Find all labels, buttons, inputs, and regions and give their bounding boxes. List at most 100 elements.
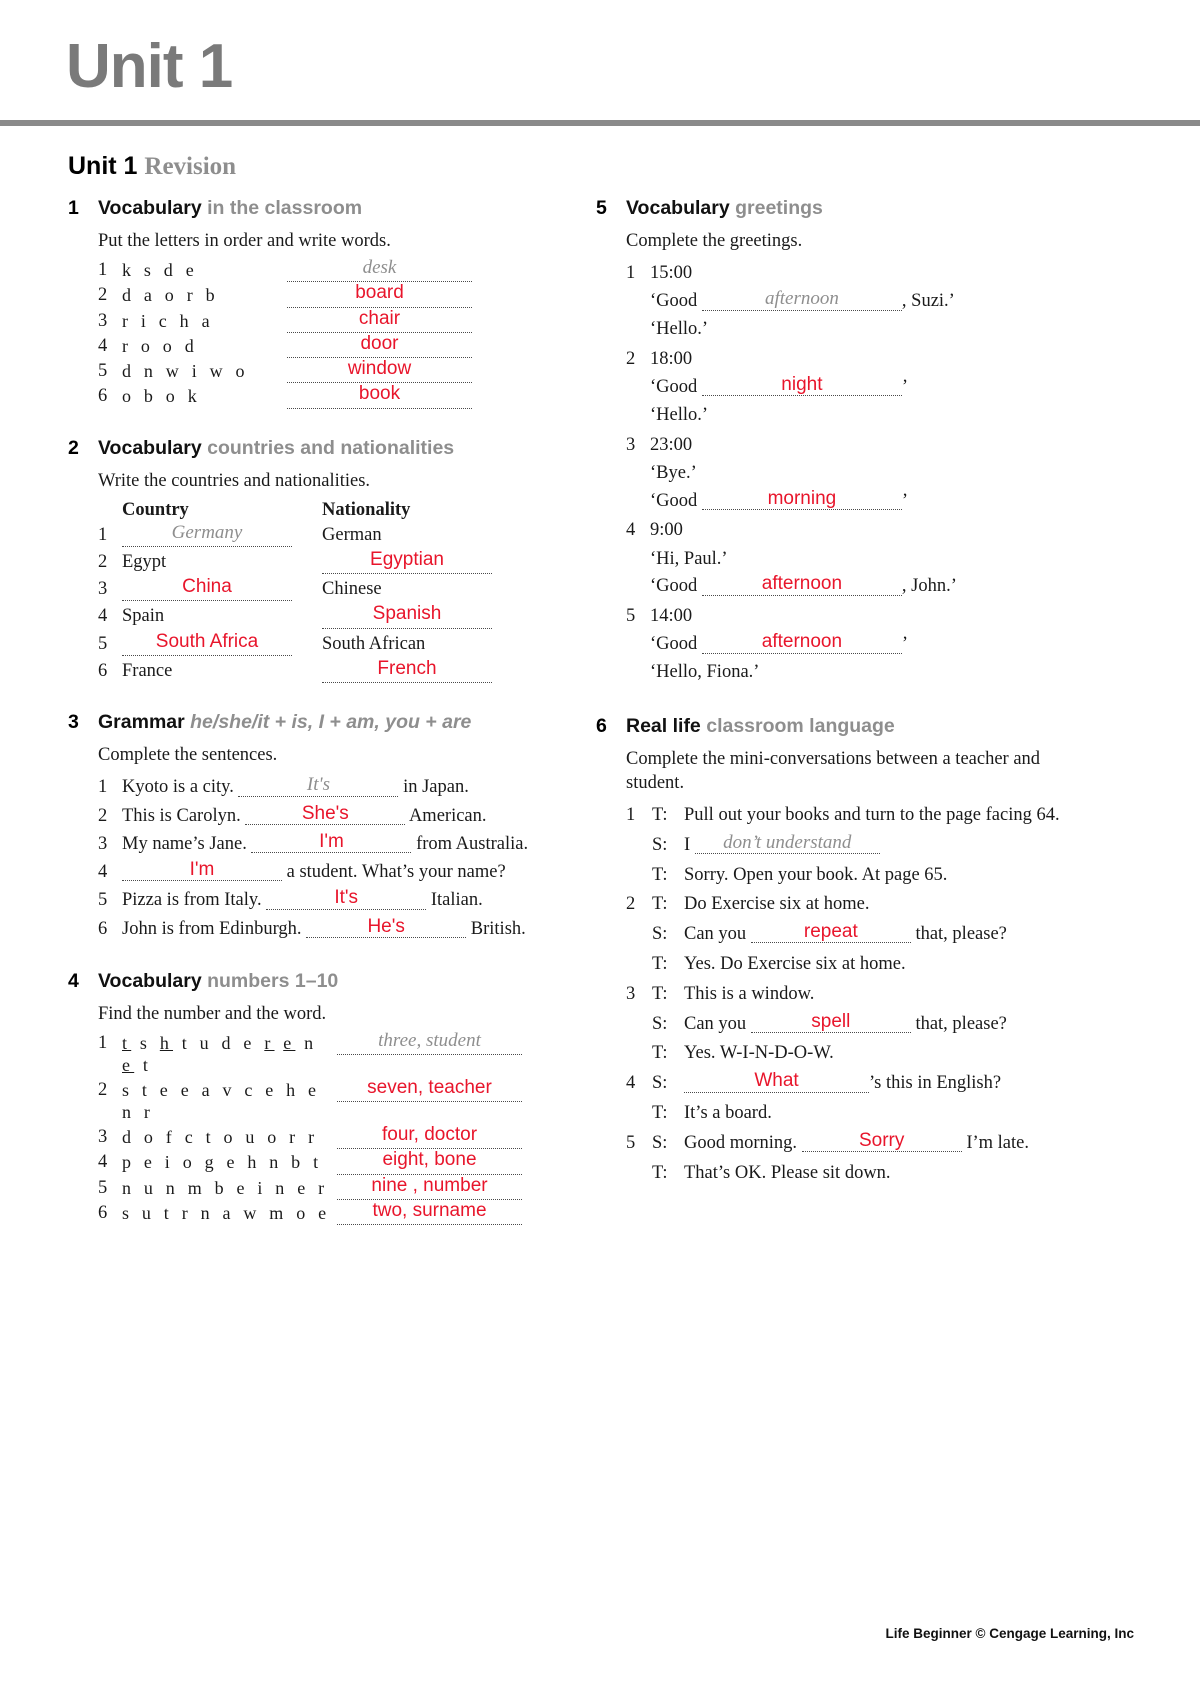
answer-blank[interactable]: four, doctor bbox=[337, 1125, 522, 1150]
greeting-blank[interactable]: night bbox=[701, 374, 902, 397]
answer-blank[interactable]: Sorry bbox=[801, 1130, 962, 1153]
answer-blank[interactable]: spell bbox=[750, 1011, 911, 1033]
dialogue-line: ‘Bye.’ bbox=[650, 462, 697, 483]
country-value: France bbox=[122, 661, 173, 682]
list-item: 3 23:00 ‘Bye.’ ‘Good morning’ bbox=[626, 432, 1066, 516]
nationality-blank[interactable]: Spanish bbox=[322, 604, 492, 629]
answer-blank[interactable]: seven, teacher bbox=[337, 1078, 522, 1103]
left-column: 1 Vocabulary in the classroom Put the le… bbox=[68, 197, 538, 1253]
exercise-6-items: 1 T: Pull out your books and turn to the p… bbox=[626, 802, 1066, 1187]
answer-blank[interactable]: eight, bone bbox=[337, 1149, 522, 1175]
scrambled-letters: s t e e a v c e h e n r bbox=[122, 1079, 321, 1122]
answer-blank[interactable]: chair bbox=[287, 309, 472, 333]
list-item: 1 t s h t u d e r e n e t three, student bbox=[98, 1031, 538, 1077]
exercise-3-items: 1 Kyoto is a city. It's in Japan. 2 This is… bbox=[98, 774, 538, 942]
answer-blank-value: eight, bone bbox=[382, 1149, 477, 1171]
exercise-5-subtitle: greetings bbox=[735, 197, 823, 219]
dialogue-text: What’s this in English? bbox=[684, 1070, 1066, 1097]
answer-blank[interactable]: window bbox=[287, 359, 472, 384]
greeting-blank[interactable]: afternoon bbox=[701, 631, 902, 654]
dialogue-line: T: That’s OK. Please sit down. bbox=[626, 1160, 1066, 1187]
answer-blank[interactable]: He's bbox=[306, 916, 467, 938]
item-number: 5 bbox=[98, 890, 108, 911]
item-number: 6 bbox=[98, 386, 108, 407]
answer-blank[interactable]: nine , number bbox=[337, 1176, 522, 1200]
item-number bbox=[626, 1100, 652, 1127]
nationality-blank[interactable]: French bbox=[322, 659, 492, 684]
dialogue-line: 1 T: Pull out your books and turn to the p… bbox=[626, 802, 1066, 829]
speaker-label: T: bbox=[652, 1103, 668, 1124]
answer-blank[interactable]: She's bbox=[245, 803, 406, 825]
scrambled-letters: d o f c t o u o r r bbox=[122, 1126, 319, 1147]
item-number: 6 bbox=[98, 918, 108, 939]
list-item: 3 My name’s Jane. I'm from Australia. bbox=[98, 831, 538, 857]
answer-blank[interactable]: door bbox=[287, 334, 472, 359]
list-item: 2 s t e e a v c e h e n r seven, teacher bbox=[98, 1078, 538, 1124]
answer-blank-value: I'm bbox=[189, 859, 215, 881]
answer-blank[interactable]: I'm bbox=[251, 830, 412, 854]
answer-blank-value: I'm bbox=[319, 830, 344, 852]
dialogue-line: ‘Good night’ bbox=[650, 374, 909, 398]
table-row: 5 South Africa South African bbox=[98, 632, 538, 657]
item-number: 5 bbox=[626, 1132, 636, 1153]
dialogue-line: ‘Good afternoon’ bbox=[650, 631, 909, 655]
speaker-label: S: bbox=[652, 834, 668, 855]
item-number bbox=[626, 1160, 652, 1187]
answer-blank[interactable]: repeat bbox=[750, 921, 911, 944]
column-header-nationality: Nationality bbox=[322, 499, 411, 520]
exercise-2-subtitle: countries and nationalities bbox=[207, 436, 455, 459]
speaker-label: S: bbox=[652, 1132, 668, 1153]
nationality-blank[interactable]: Egyptian bbox=[322, 550, 492, 575]
greeting-time-row: 3 23:00 bbox=[626, 432, 1066, 458]
dialogue-text: This is a window. bbox=[684, 983, 815, 1004]
list-item: 6 o b o k book bbox=[98, 384, 538, 409]
greeting-blank-value: afternoon bbox=[761, 573, 843, 595]
answer-blank[interactable]: board bbox=[287, 283, 472, 308]
speaker-label: T: bbox=[652, 864, 668, 885]
answer-blank[interactable]: three, student bbox=[337, 1031, 522, 1056]
answer-blank[interactable]: What bbox=[684, 1070, 869, 1093]
item-number: 3 bbox=[98, 833, 108, 854]
greeting-blank[interactable]: afternoon bbox=[701, 573, 902, 596]
answer-blank[interactable]: book bbox=[287, 384, 472, 409]
answer-blank[interactable]: two, surname bbox=[337, 1199, 522, 1226]
item-number: 3 bbox=[626, 983, 636, 1004]
greeting-blank[interactable]: morning bbox=[701, 488, 902, 510]
exercise-5-title: Vocabulary bbox=[626, 197, 730, 219]
item-number: 5 bbox=[98, 1177, 108, 1198]
answer-blank-value: It's bbox=[334, 887, 359, 909]
page-footer: Life Beginner © Cengage Learning, Inc bbox=[885, 1626, 1134, 1641]
sentence: My name’s Jane. I'm from Australia. bbox=[122, 830, 529, 854]
dialogue-text: It’s a board. bbox=[684, 1103, 772, 1124]
list-item: 1 k s d e desk bbox=[98, 257, 538, 283]
item-number: 4 bbox=[98, 1152, 108, 1173]
list-item: 1 Kyoto is a city. It's in Japan. bbox=[98, 774, 538, 800]
answer-blank-value: two, surname bbox=[372, 1199, 487, 1221]
greeting-time: 14:00 bbox=[650, 606, 693, 627]
answer-blank[interactable]: don’t understand bbox=[694, 832, 880, 855]
country-blank[interactable]: South Africa bbox=[122, 632, 292, 657]
answer-blank-value: What bbox=[754, 1070, 799, 1092]
list-item: 4 r o o d door bbox=[98, 334, 538, 359]
greeting-blank[interactable]: afternoon bbox=[701, 288, 902, 311]
answer-blank[interactable]: I'm bbox=[122, 859, 282, 882]
exercise-1-header: 1 Vocabulary in the classroom bbox=[68, 197, 538, 220]
content-columns: 1 Vocabulary in the classroom Put the le… bbox=[0, 181, 1200, 1253]
dialogue-line: T: Yes. W-I-N-D-O-W. bbox=[626, 1040, 1066, 1067]
scrambled-letters: p e i o g e h n b t bbox=[122, 1152, 323, 1173]
country-blank[interactable]: Germany bbox=[122, 523, 292, 547]
answer-blank[interactable]: It's bbox=[238, 774, 399, 797]
exercise-6-number: 6 bbox=[596, 714, 607, 737]
table-row: 4 Spain Spanish bbox=[98, 604, 538, 629]
dialogue-text: That’s OK. Please sit down. bbox=[684, 1162, 891, 1183]
exercise-3-instruction: Complete the sentences. bbox=[98, 745, 278, 766]
list-item: 5 Pizza is from Italy. It's Italian. bbox=[98, 887, 538, 913]
exercise-4: 4 Vocabulary numbers 1–10 Find the numbe… bbox=[68, 970, 538, 1226]
nationality-value: South African bbox=[322, 633, 426, 654]
item-number: 2 bbox=[98, 805, 108, 826]
answer-blank-value: desk bbox=[362, 257, 397, 279]
answer-blank[interactable]: desk bbox=[287, 257, 472, 283]
sentence: John is from Edinburgh. He's British. bbox=[122, 915, 526, 939]
country-blank[interactable]: China bbox=[122, 577, 292, 602]
answer-blank[interactable]: It's bbox=[266, 887, 427, 910]
